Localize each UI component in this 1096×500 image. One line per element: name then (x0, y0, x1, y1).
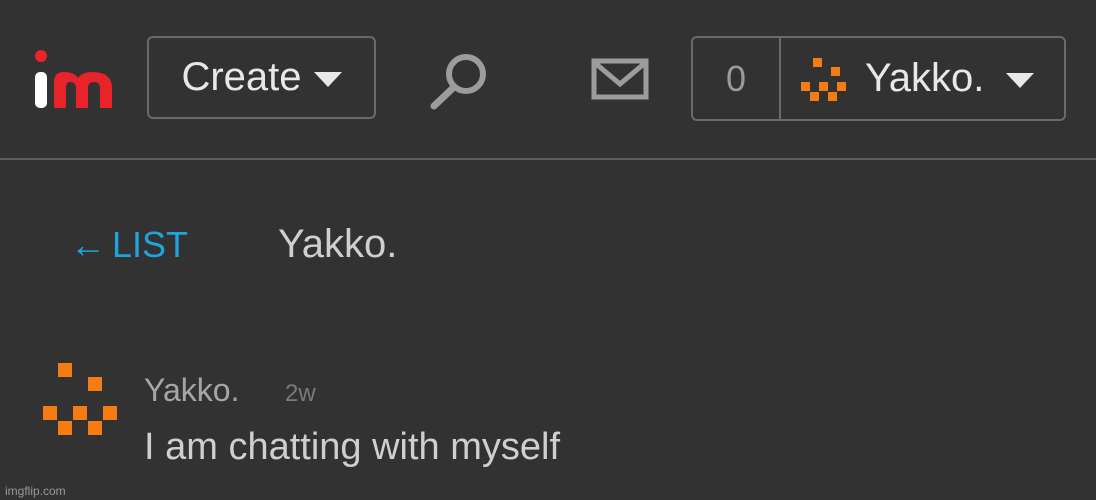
top-navigation-bar: Create 0 Yakko. (0, 0, 1096, 160)
message-timestamp: 2w (285, 380, 316, 407)
search-icon[interactable] (428, 52, 490, 110)
pixel-avatar-icon (801, 57, 846, 101)
notification-count-button[interactable]: 0 (693, 38, 781, 119)
back-to-list-link[interactable]: ← LIST (70, 224, 188, 266)
create-button-label: Create (181, 55, 302, 99)
left-arrow-icon: ← (70, 224, 106, 265)
envelope-icon[interactable] (591, 58, 649, 100)
user-menu-button[interactable]: Yakko. (781, 38, 1064, 119)
message-author[interactable]: Yakko. (144, 372, 239, 409)
username-label: Yakko. (865, 56, 985, 100)
chevron-down-icon (1006, 73, 1035, 88)
create-button[interactable]: Create (147, 36, 376, 119)
user-controls: 0 Yakko. (691, 36, 1066, 121)
back-to-list-label: LIST (112, 224, 189, 265)
conversation-title: Yakko. (278, 222, 398, 266)
watermark: imgflip.com (5, 484, 66, 498)
pixel-avatar-icon[interactable] (43, 363, 119, 437)
chevron-down-icon (313, 72, 342, 87)
message-text: I am chatting with myself (144, 426, 561, 468)
imgflip-logo-icon[interactable] (34, 44, 116, 114)
